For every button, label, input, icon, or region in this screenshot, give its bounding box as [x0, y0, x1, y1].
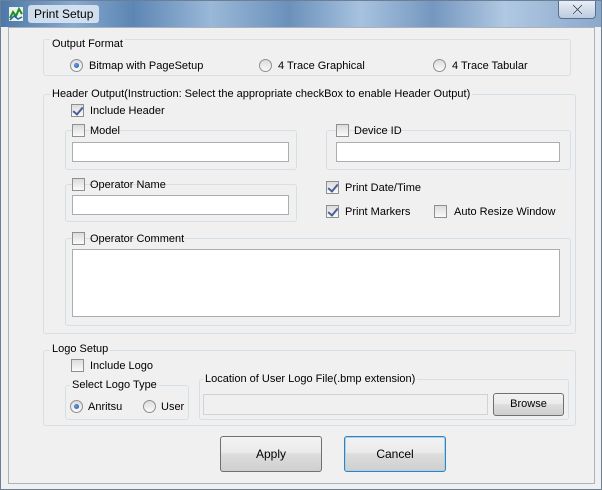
- include-header-checkbox[interactable]: [71, 104, 84, 117]
- output-format-legend: Output Format: [50, 38, 125, 51]
- browse-button[interactable]: Browse: [493, 393, 564, 416]
- select-logo-type-legend: Select Logo Type: [70, 379, 159, 392]
- radio-logo-anritsu-label: Anritsu: [88, 401, 123, 413]
- dialog-client-area: Output Format Bitmap with PageSetup 4 Tr…: [8, 27, 595, 484]
- cancel-button[interactable]: Cancel: [344, 436, 446, 472]
- operator-comment-label: Operator Comment: [90, 233, 185, 245]
- logo-location-legend: Location of User Logo File(.bmp extensio…: [203, 373, 418, 386]
- radio-logo-user-label: User: [161, 401, 185, 413]
- print-markers-label: Print Markers: [345, 206, 411, 218]
- close-button[interactable]: [558, 1, 596, 19]
- radio-4-trace-graphical[interactable]: [259, 59, 272, 72]
- radio-bitmap-pagesetup-label: Bitmap with PageSetup: [89, 60, 204, 72]
- app-icon: [9, 7, 23, 21]
- close-icon: [572, 4, 583, 15]
- header-output-legend: Header Output(Instruction: Select the ap…: [50, 88, 473, 101]
- device-id-label: Device ID: [354, 125, 402, 137]
- radio-4-trace-graphical-label: 4 Trace Graphical: [278, 60, 365, 72]
- logo-setup-legend: Logo Setup: [50, 343, 111, 356]
- print-datetime-checkbox[interactable]: [326, 181, 339, 194]
- device-id-checkbox[interactable]: [336, 124, 349, 137]
- auto-resize-label: Auto Resize Window: [454, 206, 556, 218]
- print-datetime-label: Print Date/Time: [345, 182, 422, 194]
- operator-name-label: Operator Name: [90, 179, 166, 191]
- radio-4-trace-tabular[interactable]: [433, 59, 446, 72]
- radio-logo-user[interactable]: [143, 400, 156, 413]
- logo-location-input[interactable]: [203, 394, 488, 415]
- radio-logo-anritsu[interactable]: [70, 400, 83, 413]
- print-markers-checkbox[interactable]: [326, 205, 339, 218]
- operator-comment-textarea[interactable]: [72, 249, 560, 317]
- include-logo-label: Include Logo: [90, 360, 153, 372]
- model-label: Model: [90, 125, 120, 137]
- apply-button[interactable]: Apply: [220, 436, 322, 472]
- model-checkbox[interactable]: [72, 124, 85, 137]
- title-bar[interactable]: Print Setup: [1, 1, 601, 27]
- operator-comment-checkbox[interactable]: [72, 232, 85, 245]
- print-setup-window: Print Setup Output Format Bitmap with Pa…: [0, 0, 602, 490]
- window-title: Print Setup: [28, 5, 100, 23]
- radio-bitmap-pagesetup[interactable]: [70, 59, 83, 72]
- device-id-input[interactable]: [336, 142, 560, 162]
- radio-4-trace-tabular-label: 4 Trace Tabular: [452, 60, 528, 72]
- auto-resize-checkbox[interactable]: [434, 205, 447, 218]
- include-header-label: Include Header: [90, 105, 165, 117]
- model-input[interactable]: [72, 142, 289, 162]
- operator-name-input[interactable]: [72, 195, 289, 215]
- operator-name-checkbox[interactable]: [72, 178, 85, 191]
- include-logo-checkbox[interactable]: [71, 359, 84, 372]
